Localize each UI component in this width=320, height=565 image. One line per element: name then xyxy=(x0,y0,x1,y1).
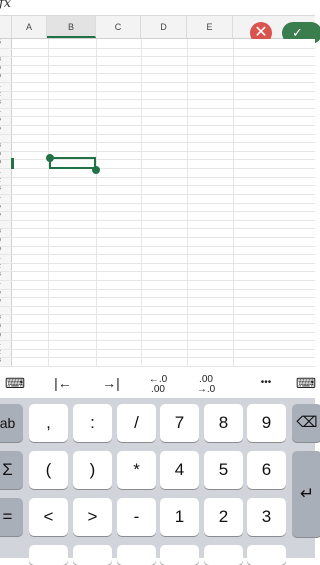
key-slash[interactable]: / xyxy=(117,404,156,442)
row-header-label[interactable]: 9 xyxy=(0,151,10,160)
key-minus[interactable]: - xyxy=(117,498,156,536)
row-header-label[interactable]: 1 xyxy=(0,82,10,91)
decrease-decimal-button[interactable]: ←.0 .00 xyxy=(144,367,172,399)
column-header-e[interactable]: E xyxy=(187,16,233,38)
key-partial[interactable] xyxy=(29,545,68,565)
row-header-label[interactable]: 7 xyxy=(0,48,10,57)
key-greater-than[interactable]: > xyxy=(73,498,112,536)
row-header-label[interactable]: 8 xyxy=(0,314,10,323)
row-header-label[interactable]: 4 xyxy=(0,108,10,117)
keyboard-icon[interactable]: ⌨ xyxy=(294,367,318,399)
selection-handle-bottom-right[interactable] xyxy=(92,166,100,174)
key-partial[interactable] xyxy=(204,545,243,565)
row-header-label[interactable]: 1 xyxy=(0,340,10,349)
row-header-label[interactable]: 1 xyxy=(0,168,10,177)
return-key[interactable]: ↵ xyxy=(292,451,320,537)
row-header-label[interactable]: 9 xyxy=(0,65,10,74)
key-2[interactable]: 2 xyxy=(204,498,243,536)
key-partial[interactable] xyxy=(247,545,286,565)
key-6[interactable]: 6 xyxy=(247,451,286,489)
key-multiply[interactable]: * xyxy=(117,451,156,489)
key-colon[interactable]: : xyxy=(73,404,112,442)
decrease-decimal-bottom: .00 xyxy=(151,384,165,395)
row-header-label[interactable]: 0 xyxy=(0,159,10,168)
row-header-label[interactable]: 5 xyxy=(0,289,10,298)
select-all-corner[interactable] xyxy=(0,16,12,38)
row-header-label[interactable]: 3 xyxy=(0,185,10,194)
column-divider xyxy=(187,39,188,366)
key-comma[interactable]: , xyxy=(29,404,68,442)
row-header-label[interactable]: 9 xyxy=(0,237,10,246)
keyboard-icon[interactable]: ⌨ xyxy=(2,367,28,399)
key-7[interactable]: 7 xyxy=(160,404,199,442)
column-divider xyxy=(96,39,97,366)
selected-cell[interactable] xyxy=(49,157,96,169)
row-header-label[interactable]: 2 xyxy=(0,91,10,100)
column-header-a[interactable]: A xyxy=(12,16,47,38)
key-close-paren[interactable]: ) xyxy=(73,451,112,489)
column-divider xyxy=(48,39,49,366)
row-header-label[interactable]: 5 xyxy=(0,116,10,125)
row-header-label[interactable]: 6 xyxy=(0,297,10,306)
row-header-label[interactable]: 0 xyxy=(0,73,10,82)
row-header-label[interactable]: 8 xyxy=(0,142,10,151)
row-header-label[interactable]: 6 xyxy=(0,211,10,220)
increase-decimal-button[interactable]: .00 →.0 xyxy=(192,367,220,399)
selection-handle-top-left[interactable] xyxy=(46,154,54,162)
key-partial[interactable] xyxy=(117,545,156,565)
active-row-marker xyxy=(11,158,14,169)
keyboard-toolbar: ⌨ |← →| ←.0 .00 .00 →.0 ••• ⌨ xyxy=(0,366,318,399)
column-header-d[interactable]: D xyxy=(141,16,187,38)
row-header-label[interactable]: 9 xyxy=(0,323,10,332)
key-equals[interactable]: = xyxy=(0,498,23,536)
row-header-label[interactable]: 7 xyxy=(0,134,10,143)
column-divider xyxy=(141,39,142,366)
key-abc[interactable]: ab xyxy=(0,404,23,442)
key-partial[interactable] xyxy=(73,545,112,565)
formula-bar[interactable]: fx xyxy=(0,0,315,16)
key-less-than[interactable]: < xyxy=(29,498,68,536)
key-9[interactable]: 9 xyxy=(247,404,286,442)
row-header-label[interactable]: 6 xyxy=(0,39,10,48)
more-button[interactable]: ••• xyxy=(252,367,280,399)
row-header-label[interactable]: 6 xyxy=(0,125,10,134)
spreadsheet-grid[interactable]: 67890123456789012345678901234567890123 xyxy=(0,39,315,366)
key-8[interactable]: 8 xyxy=(204,404,243,442)
key-4[interactable]: 4 xyxy=(160,451,199,489)
column-header-b[interactable]: B xyxy=(47,16,96,38)
key-sum[interactable]: Σ xyxy=(0,451,23,489)
row-header-label[interactable]: 2 xyxy=(0,349,10,358)
fx-label: fx xyxy=(0,0,12,11)
row-header-label[interactable]: 4 xyxy=(0,280,10,289)
tab-back-button[interactable]: |← xyxy=(48,367,78,399)
row-header-label[interactable]: 3 xyxy=(0,357,10,366)
column-header-c[interactable]: C xyxy=(96,16,141,38)
row-header-label[interactable]: 3 xyxy=(0,271,10,280)
row-header-label[interactable]: 2 xyxy=(0,263,10,272)
row-header-label[interactable]: 4 xyxy=(0,194,10,203)
row-header-label[interactable]: 5 xyxy=(0,203,10,212)
column-divider xyxy=(233,39,234,366)
key-partial[interactable] xyxy=(160,545,199,565)
row-header-label[interactable]: 0 xyxy=(0,246,10,255)
row-header-label[interactable]: 1 xyxy=(0,254,10,263)
tab-forward-button[interactable]: →| xyxy=(96,367,126,399)
key-3[interactable]: 3 xyxy=(247,498,286,536)
key-1[interactable]: 1 xyxy=(160,498,199,536)
increase-decimal-bottom: →.0 xyxy=(196,384,216,395)
row-header-label[interactable]: 3 xyxy=(0,99,10,108)
row-header-label[interactable]: 8 xyxy=(0,228,10,237)
row-header-label[interactable]: 7 xyxy=(0,220,10,229)
row-header-label[interactable]: 0 xyxy=(0,332,10,341)
key-5[interactable]: 5 xyxy=(204,451,243,489)
numeric-keyboard: ab , : / 7 8 9 ⌫ Σ ( ) * 4 5 6 ↵ = < > -… xyxy=(0,398,320,565)
row-header-label[interactable]: 8 xyxy=(0,56,10,65)
backspace-key[interactable]: ⌫ xyxy=(292,404,320,442)
row-header-label[interactable]: 7 xyxy=(0,306,10,315)
row-header-label[interactable]: 2 xyxy=(0,177,10,186)
key-open-paren[interactable]: ( xyxy=(29,451,68,489)
checkmark-icon: ✓ xyxy=(292,25,303,40)
